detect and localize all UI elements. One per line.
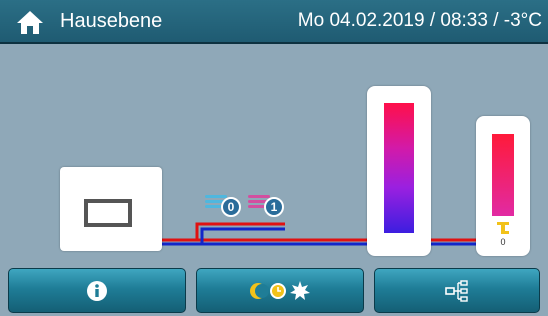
circuit-number-badge: 1 xyxy=(264,197,284,217)
buffer-tank[interactable] xyxy=(367,86,431,256)
sun-icon xyxy=(290,280,310,300)
heating-circuit-0[interactable]: 0 xyxy=(205,193,245,217)
boiler[interactable] xyxy=(60,167,162,251)
heating-circuit-1[interactable]: 1 xyxy=(248,193,288,217)
clock-icon xyxy=(270,282,286,299)
hot-water-tank[interactable]: 0 xyxy=(476,116,530,256)
info-icon xyxy=(87,280,107,301)
screen: Hausebene Mo 04.02.2019 / 08:33 / -3°C 0… xyxy=(0,0,548,316)
return-pipe xyxy=(162,227,285,246)
supply-pipe xyxy=(162,222,285,242)
moon-icon xyxy=(250,282,269,299)
tap-counter: 0 xyxy=(500,237,506,247)
hot-water-tap-icon xyxy=(497,222,509,234)
footer-bar xyxy=(0,268,548,316)
hot-water-tank-temperature-gradient xyxy=(492,134,514,216)
boiler-display-icon xyxy=(84,199,132,227)
system-overview-button[interactable] xyxy=(374,268,540,313)
circuit-number-badge: 0 xyxy=(221,197,241,217)
info-button[interactable] xyxy=(8,268,186,313)
operating-mode-icons xyxy=(250,280,310,300)
system-tree-icon xyxy=(445,279,468,302)
operating-mode-button[interactable] xyxy=(196,268,364,313)
buffer-tank-temperature-gradient xyxy=(384,103,414,233)
